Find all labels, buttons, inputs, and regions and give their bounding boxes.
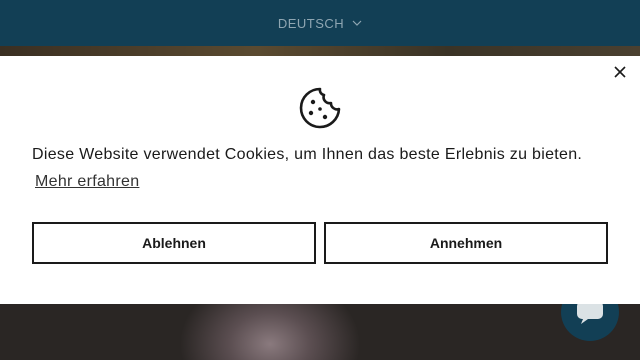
close-button[interactable]: [608, 60, 632, 84]
chevron-down-icon: [352, 20, 362, 26]
accept-button[interactable]: Annehmen: [324, 222, 608, 264]
decline-button[interactable]: Ablehnen: [32, 222, 316, 264]
close-icon: [614, 66, 626, 78]
learn-more-link[interactable]: Mehr erfahren: [35, 173, 139, 191]
cookie-icon: [299, 87, 341, 129]
language-label: DEUTSCH: [277, 15, 345, 31]
top-bar: DEUTSCH: [0, 0, 640, 46]
hero-image-bottom: [0, 304, 640, 360]
cookie-message: Diese Website verwendet Cookies, um Ihne…: [32, 146, 583, 163]
language-selector[interactable]: DEUTSCH: [278, 16, 362, 31]
